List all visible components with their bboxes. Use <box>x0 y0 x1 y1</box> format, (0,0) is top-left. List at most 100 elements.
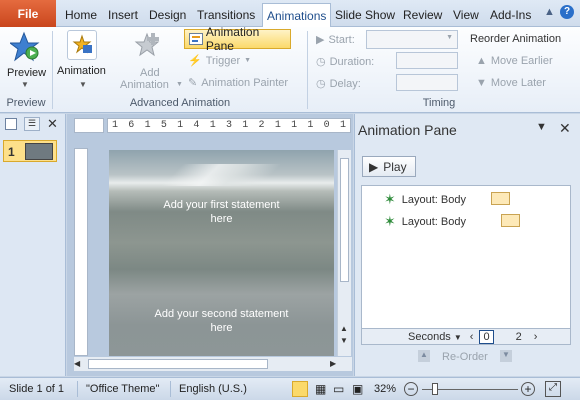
status-bar: Slide 1 of 1 "Office Theme" English (U.S… <box>0 377 580 400</box>
tab-slide-show[interactable]: Slide Show <box>331 3 399 27</box>
ruler-tick: 0 <box>323 120 330 131</box>
first-statement-line2: here <box>210 213 233 225</box>
tab-animations[interactable]: Animations <box>262 3 332 27</box>
close-panel-icon[interactable]: ✕ <box>47 116 58 132</box>
add-animation-label-2[interactable]: Animation <box>120 79 169 91</box>
ruler-tick: 1 <box>112 120 119 131</box>
reading-view-icon[interactable]: ▭ <box>333 382 344 396</box>
tab-add-ins[interactable]: Add-Ins <box>486 3 535 27</box>
animation-item-label: Layout: Body <box>401 193 466 206</box>
vertical-ruler <box>74 148 88 356</box>
scroll-right-icon[interactable]: ▶ <box>330 359 336 368</box>
outline-tab-icon[interactable]: ☰ <box>24 117 40 131</box>
tab-design[interactable]: Design <box>145 3 190 27</box>
ruler-tick: 1 <box>274 120 281 131</box>
timing-bar[interactable] <box>501 214 520 227</box>
move-earlier-button[interactable]: ▲ Move Earlier <box>476 55 553 67</box>
horizontal-ruler: 1 6 1 5 1 4 1 3 1 2 1 1 1 0 1 <box>107 118 351 133</box>
fit-to-window-icon[interactable]: ⤢ <box>545 381 561 397</box>
tab-transitions[interactable]: Transitions <box>193 3 259 27</box>
add-animation-dropdown-icon[interactable]: ▼ <box>176 81 183 88</box>
scroll-left-icon[interactable]: ◀ <box>74 359 80 368</box>
animation-list: ✶ Layout: Body ✶ Layout: Body <box>361 185 571 343</box>
file-tab[interactable]: File <box>0 0 56 27</box>
normal-view-icon[interactable] <box>292 381 308 397</box>
timeline-end: 2 <box>515 330 522 343</box>
delay-input[interactable] <box>396 74 458 91</box>
animation-dropdown-icon[interactable]: ▼ <box>79 80 87 89</box>
trigger-button[interactable]: ⚡ Trigger ▼ <box>188 54 252 68</box>
preview-star-icon[interactable] <box>8 31 40 63</box>
play-icon: ▶ <box>369 159 379 174</box>
duration-input[interactable] <box>396 52 458 69</box>
ruler-tick: 1 <box>291 120 298 131</box>
next-slide-icon[interactable]: ▼ <box>340 336 348 345</box>
second-statement-line1: Add your second statement <box>154 308 289 320</box>
previous-slide-icon[interactable]: ▲ <box>340 324 348 333</box>
delay-icon: ◷ <box>316 78 326 90</box>
move-later-label: Move Later <box>490 77 546 89</box>
vertical-scrollbar[interactable]: ▲ ▼ <box>337 150 351 356</box>
theme-name[interactable]: "Office Theme" <box>86 383 159 395</box>
first-statement-placeholder[interactable]: Add your first statement here <box>109 198 334 226</box>
ruler-tick: 1 <box>242 120 249 131</box>
slide-sorter-icon[interactable]: ▦ <box>315 382 326 396</box>
entrance-effect-icon: ✶ <box>384 213 396 229</box>
seconds-dropdown[interactable]: Seconds ▼ <box>408 331 462 343</box>
ruler-tick: 4 <box>193 120 200 131</box>
timeline-start[interactable]: 0 <box>479 329 494 344</box>
tab-review[interactable]: Review <box>399 3 446 27</box>
animation-gallery-icon[interactable] <box>67 30 97 60</box>
second-statement-placeholder[interactable]: Add your second statement here <box>109 307 334 335</box>
tab-view[interactable]: View <box>449 3 483 27</box>
horizontal-scroll-thumb[interactable] <box>88 359 268 369</box>
timeline-next-icon[interactable]: › <box>534 331 538 343</box>
reorder-down-icon[interactable]: ▼ <box>500 350 512 362</box>
play-button[interactable]: ▶ Play <box>362 156 416 177</box>
animation-painter-icon: ✎ <box>188 77 198 89</box>
timing-bar[interactable] <box>491 192 510 205</box>
preview-button[interactable]: Preview <box>7 67 46 79</box>
animation-button[interactable]: Animation <box>57 65 106 77</box>
entrance-effect-icon: ✶ <box>384 191 396 207</box>
add-animation-icon[interactable] <box>133 31 165 63</box>
animation-painter-button[interactable]: ✎ Animation Painter <box>188 76 288 90</box>
slide-show-icon[interactable]: ▣ <box>352 382 363 396</box>
pane-close-icon[interactable]: ✕ <box>559 120 571 137</box>
animation-item-2[interactable]: ✶ Layout: Body <box>384 213 466 230</box>
mountain-image <box>109 164 334 186</box>
tab-home[interactable]: Home <box>61 3 101 27</box>
help-icon[interactable]: ? <box>560 5 574 19</box>
move-later-button[interactable]: ▼ Move Later <box>476 77 546 89</box>
horizontal-scrollbar[interactable]: ◀ ▶ <box>74 357 352 371</box>
pane-options-icon[interactable]: ▼ <box>536 121 547 133</box>
zoom-out-icon[interactable]: − <box>404 382 418 396</box>
animation-item-label: Layout: Body <box>401 215 466 228</box>
zoom-level[interactable]: 32% <box>374 383 396 395</box>
reorder-up-icon[interactable]: ▲ <box>418 350 430 362</box>
status-divider <box>77 381 78 397</box>
ruler-tick: 1 <box>339 120 346 131</box>
slide-canvas[interactable]: Add your first statement here Add your s… <box>109 150 334 356</box>
move-earlier-label: Move Earlier <box>490 55 553 67</box>
start-label: Start: <box>328 33 355 46</box>
duration-row: ◷ Duration: <box>316 55 374 69</box>
tab-insert[interactable]: Insert <box>104 3 142 27</box>
minimize-ribbon-icon[interactable]: ▲ <box>544 6 555 18</box>
zoom-in-icon[interactable]: + <box>521 382 535 396</box>
animation-pane-button[interactable]: Animation Pane <box>184 25 291 53</box>
timeline-prev-icon[interactable]: ‹ <box>470 331 474 343</box>
ruler-tick: 3 <box>225 120 232 131</box>
seconds-label: Seconds <box>408 330 451 343</box>
slides-tab-icon[interactable] <box>5 118 17 130</box>
first-statement-line1: Add your first statement <box>163 199 280 211</box>
preview-dropdown-icon[interactable]: ▼ <box>21 80 29 89</box>
trigger-dropdown-icon: ▼ <box>244 57 252 64</box>
add-animation-label[interactable]: Add <box>140 67 160 79</box>
start-select[interactable]: ▼ <box>366 30 458 49</box>
vertical-scroll-thumb[interactable] <box>340 158 349 282</box>
zoom-slider-thumb[interactable] <box>432 383 438 395</box>
language[interactable]: English (U.S.) <box>179 383 247 395</box>
animation-pane-icon <box>189 33 203 45</box>
animation-item-1[interactable]: ✶ Layout: Body <box>384 191 466 208</box>
